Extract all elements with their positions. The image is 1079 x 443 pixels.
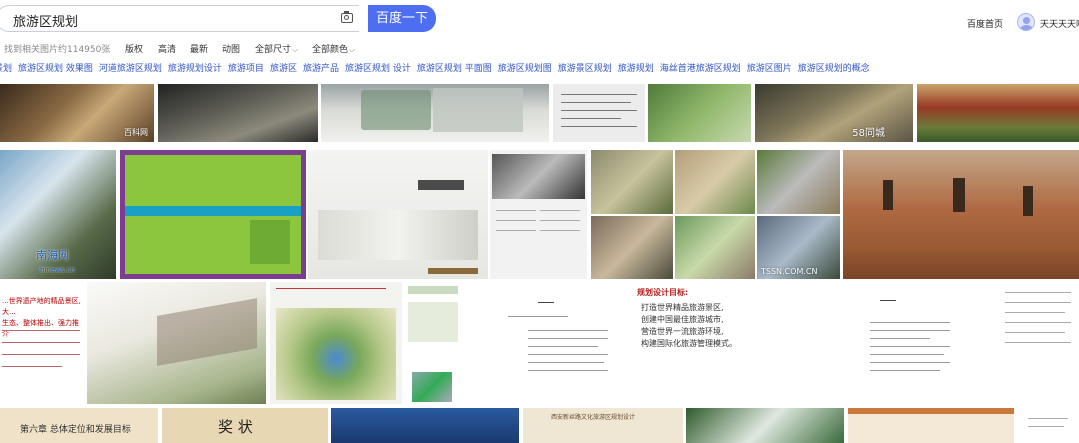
avatar-icon[interactable] (1017, 13, 1035, 31)
image-thumbnail[interactable] (120, 150, 306, 279)
filter-color[interactable]: 全部颜色⌵ (312, 42, 355, 55)
filter-hd[interactable]: 高清 (158, 42, 176, 55)
doc-title: 奖 状 (218, 418, 253, 436)
image-grid: 百科网 58同城 南海网 hinews.cn TSSN.COM.CN ...世界… (0, 84, 1079, 443)
image-thumbnail[interactable] (490, 150, 587, 279)
doc-line: 打造世界精品旅游景区, (641, 303, 724, 312)
image-thumbnail[interactable] (321, 84, 549, 142)
watermark: 南海网 (36, 249, 69, 262)
home-link[interactable]: 百度首页 (967, 17, 1003, 30)
image-thumbnail[interactable] (553, 84, 645, 142)
search-input[interactable]: 旅游区规划 (0, 5, 359, 32)
related-link[interactable]: 河道旅游区规划 (99, 64, 162, 74)
image-thumbnail[interactable] (843, 150, 1079, 279)
related-link[interactable]: 旅游区规划 效果图 (18, 64, 93, 74)
chevron-down-icon: ⌵ (292, 45, 299, 54)
related-link[interactable]: 旅游项目 (228, 64, 264, 74)
image-thumbnail[interactable] (270, 282, 402, 404)
image-thumbnail[interactable] (158, 84, 318, 142)
related-link[interactable]: 旅游区图片 (747, 64, 792, 74)
related-link[interactable]: 旅游区规划 平面图 (417, 64, 492, 74)
related-link[interactable]: 旅游产品 (303, 64, 339, 74)
image-thumbnail[interactable] (848, 408, 1014, 443)
image-thumbnail[interactable]: 第六章 总体定位和发展目标 (0, 408, 158, 443)
watermark: 百科网 (124, 128, 148, 137)
image-thumbnail[interactable] (648, 84, 751, 142)
related-link[interactable]: 旅游景区规划 (558, 64, 612, 74)
filter-size[interactable]: 全部尺寸⌵ (255, 42, 298, 55)
watermark-url: hinews.cn (40, 266, 76, 274)
filter-color-label: 全部颜色 (312, 45, 349, 55)
image-thumbnail[interactable]: 58同城 (755, 84, 913, 142)
image-thumbnail[interactable]: 西安新丝路文化旅游区规划设计 (523, 408, 683, 443)
doc-line: 构建国际化旅游管理模式。 (641, 339, 737, 348)
related-link[interactable]: 旅游区规划图 (498, 64, 552, 74)
related-link[interactable]: 景划 (0, 64, 12, 74)
image-thumbnail[interactable] (87, 282, 266, 404)
doc-line: 创建中国最佳旅游城市, (641, 315, 724, 324)
image-thumbnail[interactable] (917, 84, 1079, 142)
image-thumbnail[interactable] (331, 408, 519, 443)
chevron-down-icon: ⌵ (349, 45, 356, 54)
camera-icon[interactable] (341, 11, 353, 23)
related-link[interactable]: 旅游区 (270, 64, 297, 74)
image-thumbnail[interactable]: 奖 状 (162, 408, 328, 443)
doc-line: 营造世界一流旅游环境, (641, 327, 724, 336)
related-searches: 景划旅游区规划 效果图河道旅游区规划旅游规划设计旅游项目旅游区旅游产品旅游区规划… (0, 61, 876, 74)
related-link[interactable]: 海丝首港旅游区规划 (660, 64, 741, 74)
filter-copyright[interactable]: 版权 (125, 42, 143, 55)
image-thumbnail[interactable]: ...世界遗产地的精品景区,大... 生态、整体推出、强力推介 (0, 282, 85, 404)
username[interactable]: 天天天天嘟 (1040, 17, 1079, 30)
watermark: 58同城 (852, 128, 885, 139)
related-link[interactable]: 旅游区规划 设计 (345, 64, 411, 74)
search-query[interactable]: 旅游区规划 (13, 11, 78, 30)
related-link[interactable]: 旅游规划 (618, 64, 654, 74)
doc-title: 西安新丝路文化旅游区规划设计 (551, 414, 636, 421)
image-thumbnail[interactable] (1018, 408, 1079, 443)
image-thumbnail[interactable] (810, 282, 990, 404)
result-count: 找到相关图片约114950张 (4, 45, 111, 55)
search-bar: 旅游区规划 百度一下 (0, 5, 437, 32)
doc-title: 规划设计目标: (637, 288, 689, 297)
related-link[interactable]: 旅游区规划的概念 (798, 64, 870, 74)
related-link[interactable]: 旅游规划设计 (168, 64, 222, 74)
filter-animated[interactable]: 动图 (222, 42, 240, 55)
image-thumbnail[interactable]: TSSN.COM.CN (591, 150, 840, 279)
search-button[interactable]: 百度一下 (368, 5, 436, 32)
image-thumbnail[interactable]: 规划设计目标: 打造世界精品旅游景区, 创建中国最佳旅游城市, 营造世界一流旅游… (625, 282, 805, 404)
image-thumbnail[interactable] (404, 282, 462, 404)
filter-latest[interactable]: 最新 (190, 42, 208, 55)
image-thumbnail[interactable] (308, 150, 488, 279)
image-thumbnail[interactable] (468, 282, 620, 404)
image-thumbnail[interactable] (686, 408, 844, 443)
image-thumbnail[interactable]: 南海网 hinews.cn (0, 150, 116, 279)
image-thumbnail[interactable] (995, 282, 1079, 404)
watermark: TSSN.COM.CN (761, 267, 818, 276)
filter-size-label: 全部尺寸 (255, 45, 292, 55)
doc-title: 第六章 总体定位和发展目标 (20, 425, 131, 435)
image-thumbnail[interactable]: 百科网 (0, 84, 154, 142)
